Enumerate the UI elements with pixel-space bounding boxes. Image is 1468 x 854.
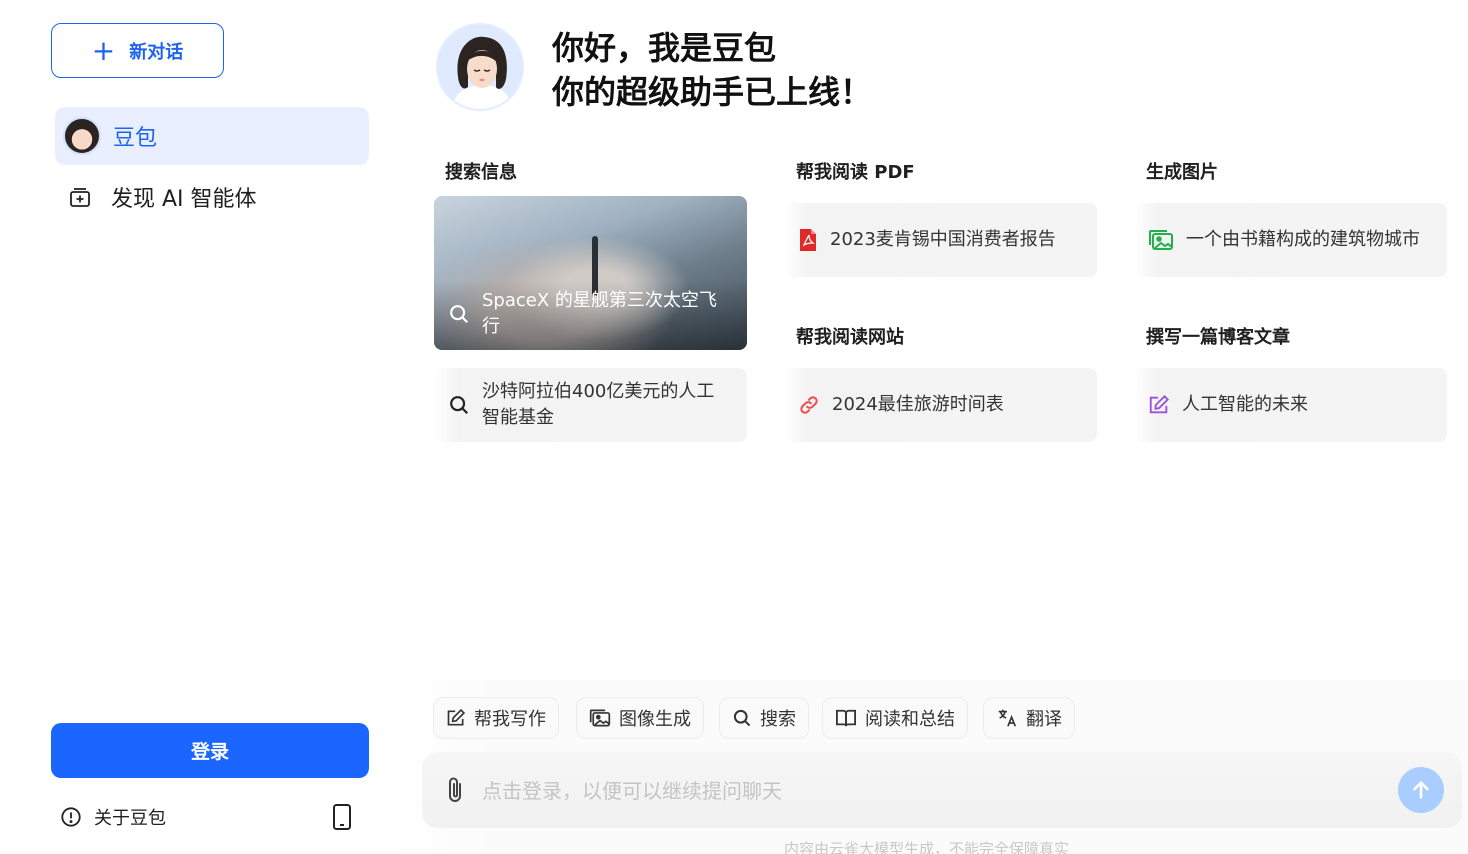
edit-icon — [1148, 394, 1170, 416]
tool-image-gen[interactable]: 图像生成 — [576, 697, 704, 739]
search-icon — [448, 394, 470, 416]
about-label: 关于豆包 — [94, 808, 166, 829]
card-text: 沙特阿拉伯400亿美元的人工智能基金 — [482, 381, 715, 428]
tool-label: 翻译 — [1026, 709, 1062, 730]
pdf-icon — [798, 228, 818, 252]
suggestion-card-blog[interactable]: 人工智能的未来 — [1134, 368, 1447, 442]
image-icon — [589, 708, 611, 728]
info-icon — [60, 806, 82, 828]
card-text: SpaceX 的星舰第三次太空飞行 — [482, 290, 717, 337]
hero-line-2: 你的超级助手已上线！ — [552, 73, 873, 111]
tool-label: 图像生成 — [619, 709, 691, 730]
card-text: 2023麦肯锡中国消费者报告 — [830, 229, 1056, 250]
new-chat-label: 新对话 — [129, 41, 184, 63]
tool-writing[interactable]: 帮我写作 — [433, 697, 559, 739]
section-title-read-web: 帮我阅读网站 — [796, 327, 904, 348]
image-icon — [1148, 229, 1174, 251]
section-title-blog: 撰写一篇博客文章 — [1146, 327, 1290, 348]
about-doubao-link[interactable]: 关于豆包 — [60, 800, 166, 834]
doubao-hero-avatar — [436, 23, 524, 111]
search-icon — [448, 303, 470, 325]
login-button[interactable]: 登录 — [51, 723, 369, 778]
sidebar-item-label: 发现 AI 智能体 — [111, 187, 257, 212]
suggestion-card-image[interactable]: 一个由书籍构成的建筑物城市 — [1134, 203, 1447, 277]
tool-label: 阅读和总结 — [865, 709, 955, 730]
hero-line-1: 你好，我是豆包 — [552, 29, 777, 67]
suggestion-card-pdf[interactable]: 2023麦肯锡中国消费者报告 — [784, 203, 1097, 277]
search-icon — [732, 708, 752, 728]
agent-store-icon — [67, 184, 93, 210]
sidebar-item-discover[interactable]: 发现 AI 智能体 — [55, 168, 369, 226]
send-button[interactable] — [1398, 767, 1444, 813]
tool-search[interactable]: 搜索 — [719, 697, 809, 739]
tool-read-summarize[interactable]: 阅读和总结 — [822, 697, 968, 739]
arrow-up-icon — [1410, 779, 1432, 801]
doubao-avatar — [63, 117, 101, 155]
section-title-search: 搜索信息 — [445, 162, 517, 183]
plus-icon: + — [91, 33, 116, 67]
link-icon — [798, 394, 820, 416]
sidebar: + 新对话 豆包 发现 AI 智能体 登录 关于豆包 — [0, 0, 400, 854]
disclaimer-text: 内容由云雀大模型生成，不能完全保障真实 — [784, 840, 1070, 854]
chat-input[interactable] — [482, 775, 1362, 807]
edit-icon — [446, 708, 466, 728]
attachment-icon[interactable] — [444, 775, 466, 805]
section-title-gen-image: 生成图片 — [1146, 162, 1218, 183]
suggestion-card-saudi-ai[interactable]: 沙特阿拉伯400亿美元的人工智能基金 — [434, 368, 747, 442]
card-text: 一个由书籍构成的建筑物城市 — [1186, 229, 1420, 250]
hero-greeting: 你好，我是豆包 你的超级助手已上线！ — [552, 26, 872, 114]
card-text: 2024最佳旅游时间表 — [832, 394, 1004, 415]
section-title-read-pdf: 帮我阅读 PDF — [796, 162, 915, 183]
mobile-app-icon[interactable] — [330, 803, 354, 831]
tool-label: 帮我写作 — [474, 709, 546, 730]
new-chat-button[interactable]: + 新对话 — [51, 23, 224, 78]
suggestion-card-spacex[interactable]: SpaceX 的星舰第三次太空飞行 — [434, 196, 747, 350]
translate-icon — [996, 707, 1018, 729]
sidebar-item-doubao[interactable]: 豆包 — [55, 107, 369, 165]
card-text: 人工智能的未来 — [1182, 394, 1308, 415]
sidebar-item-label: 豆包 — [113, 126, 158, 151]
tool-translate[interactable]: 翻译 — [983, 697, 1075, 739]
book-icon — [835, 708, 857, 728]
suggestion-card-website[interactable]: 2024最佳旅游时间表 — [784, 368, 1097, 442]
tool-label: 搜索 — [760, 709, 796, 730]
